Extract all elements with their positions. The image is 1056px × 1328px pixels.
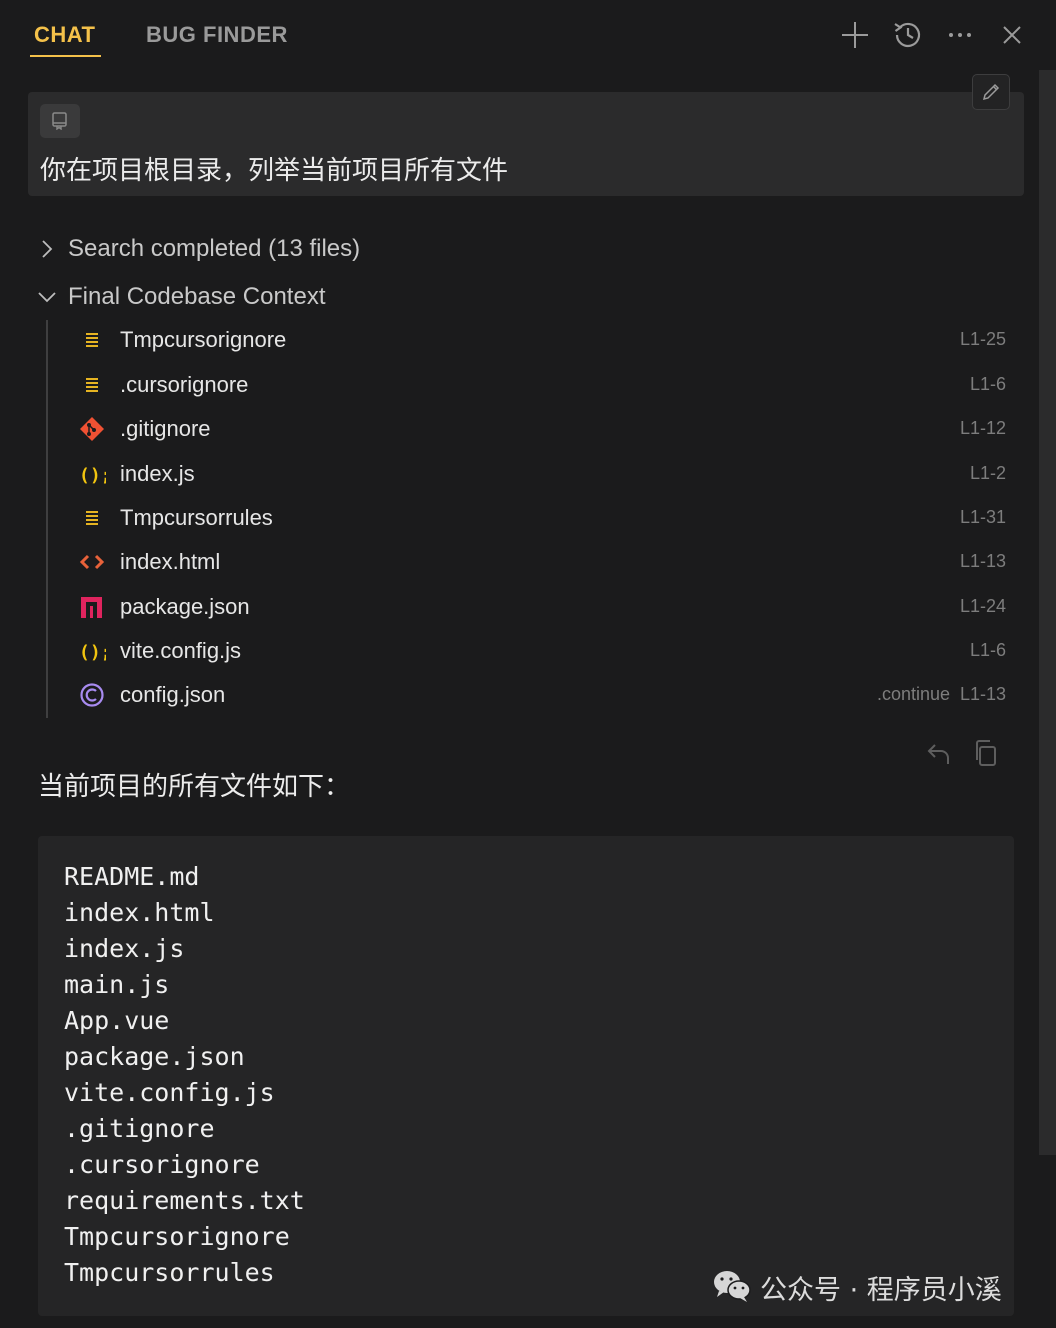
file-range: L1-25 [959,329,1006,349]
user-prompt[interactable]: 你在项目根目录，列举当前项目所有文件 [28,92,1024,196]
file-row[interactable]: (); index.js L1-2 [78,454,1008,494]
undo-icon[interactable] [924,738,954,768]
code-line: Tmpcursorrules [64,1258,275,1287]
codebase-context-label: Final Codebase Context [68,283,326,310]
scrollbar-thumb[interactable] [1039,70,1056,1155]
file-name: .gitignore [120,416,211,441]
tree-guide-line [46,320,48,718]
js-icon: (); [79,642,106,663]
search-completed-toggle[interactable]: Search completed (13 files) [36,233,536,265]
chat-panel: CHAT BUG FINDER 你在项目根目录，列举当前项目所有文件 Searc… [0,0,1056,1328]
file-range: L1-31 [959,507,1006,527]
prompt-text: 你在项目根目录，列举当前项目所有文件 [40,156,509,186]
code-line: .gitignore [64,1114,215,1143]
file-name: Tmpcursorignore [120,327,287,352]
svg-text:();: (); [79,465,106,486]
chevron-down-icon [38,292,56,303]
file-range: L1-13 [959,551,1006,571]
text-file-icon [86,333,98,347]
code-line: Tmpcursorignore [64,1222,290,1251]
tab-bar: CHAT BUG FINDER [0,0,1056,70]
tab-chat[interactable]: CHAT [34,22,95,48]
tab-bug-finder[interactable]: BUG FINDER [146,22,288,48]
js-icon: (); [79,465,106,486]
code-line: index.js [64,934,185,963]
text-file-icon [86,511,98,525]
active-tab-indicator [30,55,101,57]
repo-icon[interactable] [40,104,80,138]
file-path-prefix: .continue [876,684,950,704]
file-row[interactable]: config.json .continue L1-13 [78,675,1008,715]
code-line: package.json [64,1042,245,1071]
copy-icon[interactable] [971,738,1001,768]
code-line: vite.config.js [64,1078,275,1107]
code-line: index.html [64,898,215,927]
history-icon[interactable] [891,18,925,52]
code-line: .cursorignore [64,1150,260,1179]
npm-icon [81,597,102,618]
file-name: Tmpcursorrules [120,505,273,530]
search-completed-label: Search completed (13 files) [68,235,361,262]
watermark-text: 公众号 · 程序员小溪 [760,1275,1002,1306]
pencil-icon[interactable] [972,74,1010,110]
code-line: requirements.txt [64,1186,305,1215]
answer-intro: 当前项目的所有文件如下： [38,772,351,802]
file-name: package.json [120,594,250,619]
svg-text:();: (); [79,642,106,663]
file-range: L1-13 [959,684,1006,704]
text-file-icon [86,378,98,392]
code-line: main.js [64,970,170,999]
file-name: index.html [120,549,221,574]
codebase-context-toggle[interactable]: Final Codebase Context [36,281,536,313]
code-line: App.vue [64,1006,170,1035]
code-line: README.md [64,862,200,891]
file-range: L1-24 [959,596,1006,616]
more-icon[interactable] [943,18,977,52]
continue-icon [80,683,104,707]
git-icon [80,417,104,441]
wechat-icon [714,1271,751,1302]
code-block[interactable]: README.md index.html index.js main.js Ap… [38,836,1014,1316]
chevron-right-icon [42,240,53,258]
close-icon[interactable] [995,18,1029,52]
file-name: index.js [120,461,195,486]
file-range: L1-2 [969,463,1006,483]
file-name: vite.config.js [120,638,242,663]
html-icon [79,554,105,570]
file-row[interactable]: Tmpcursorrules L1-31 [78,498,1008,538]
plus-icon[interactable] [838,18,872,52]
file-name: .cursorignore [120,372,249,397]
file-range: L1-6 [969,374,1006,394]
file-row[interactable]: Tmpcursorignore L1-25 [78,320,1008,360]
file-row[interactable]: (); vite.config.js L1-6 [78,631,1008,671]
file-row[interactable]: .gitignore L1-12 [78,409,1008,449]
file-range: L1-6 [969,640,1006,660]
file-row[interactable]: index.html L1-13 [78,542,1008,582]
file-name: config.json [120,682,226,707]
file-row[interactable]: package.json L1-24 [78,587,1008,627]
file-row[interactable]: .cursorignore L1-6 [78,365,1008,405]
file-range: L1-12 [959,418,1006,438]
